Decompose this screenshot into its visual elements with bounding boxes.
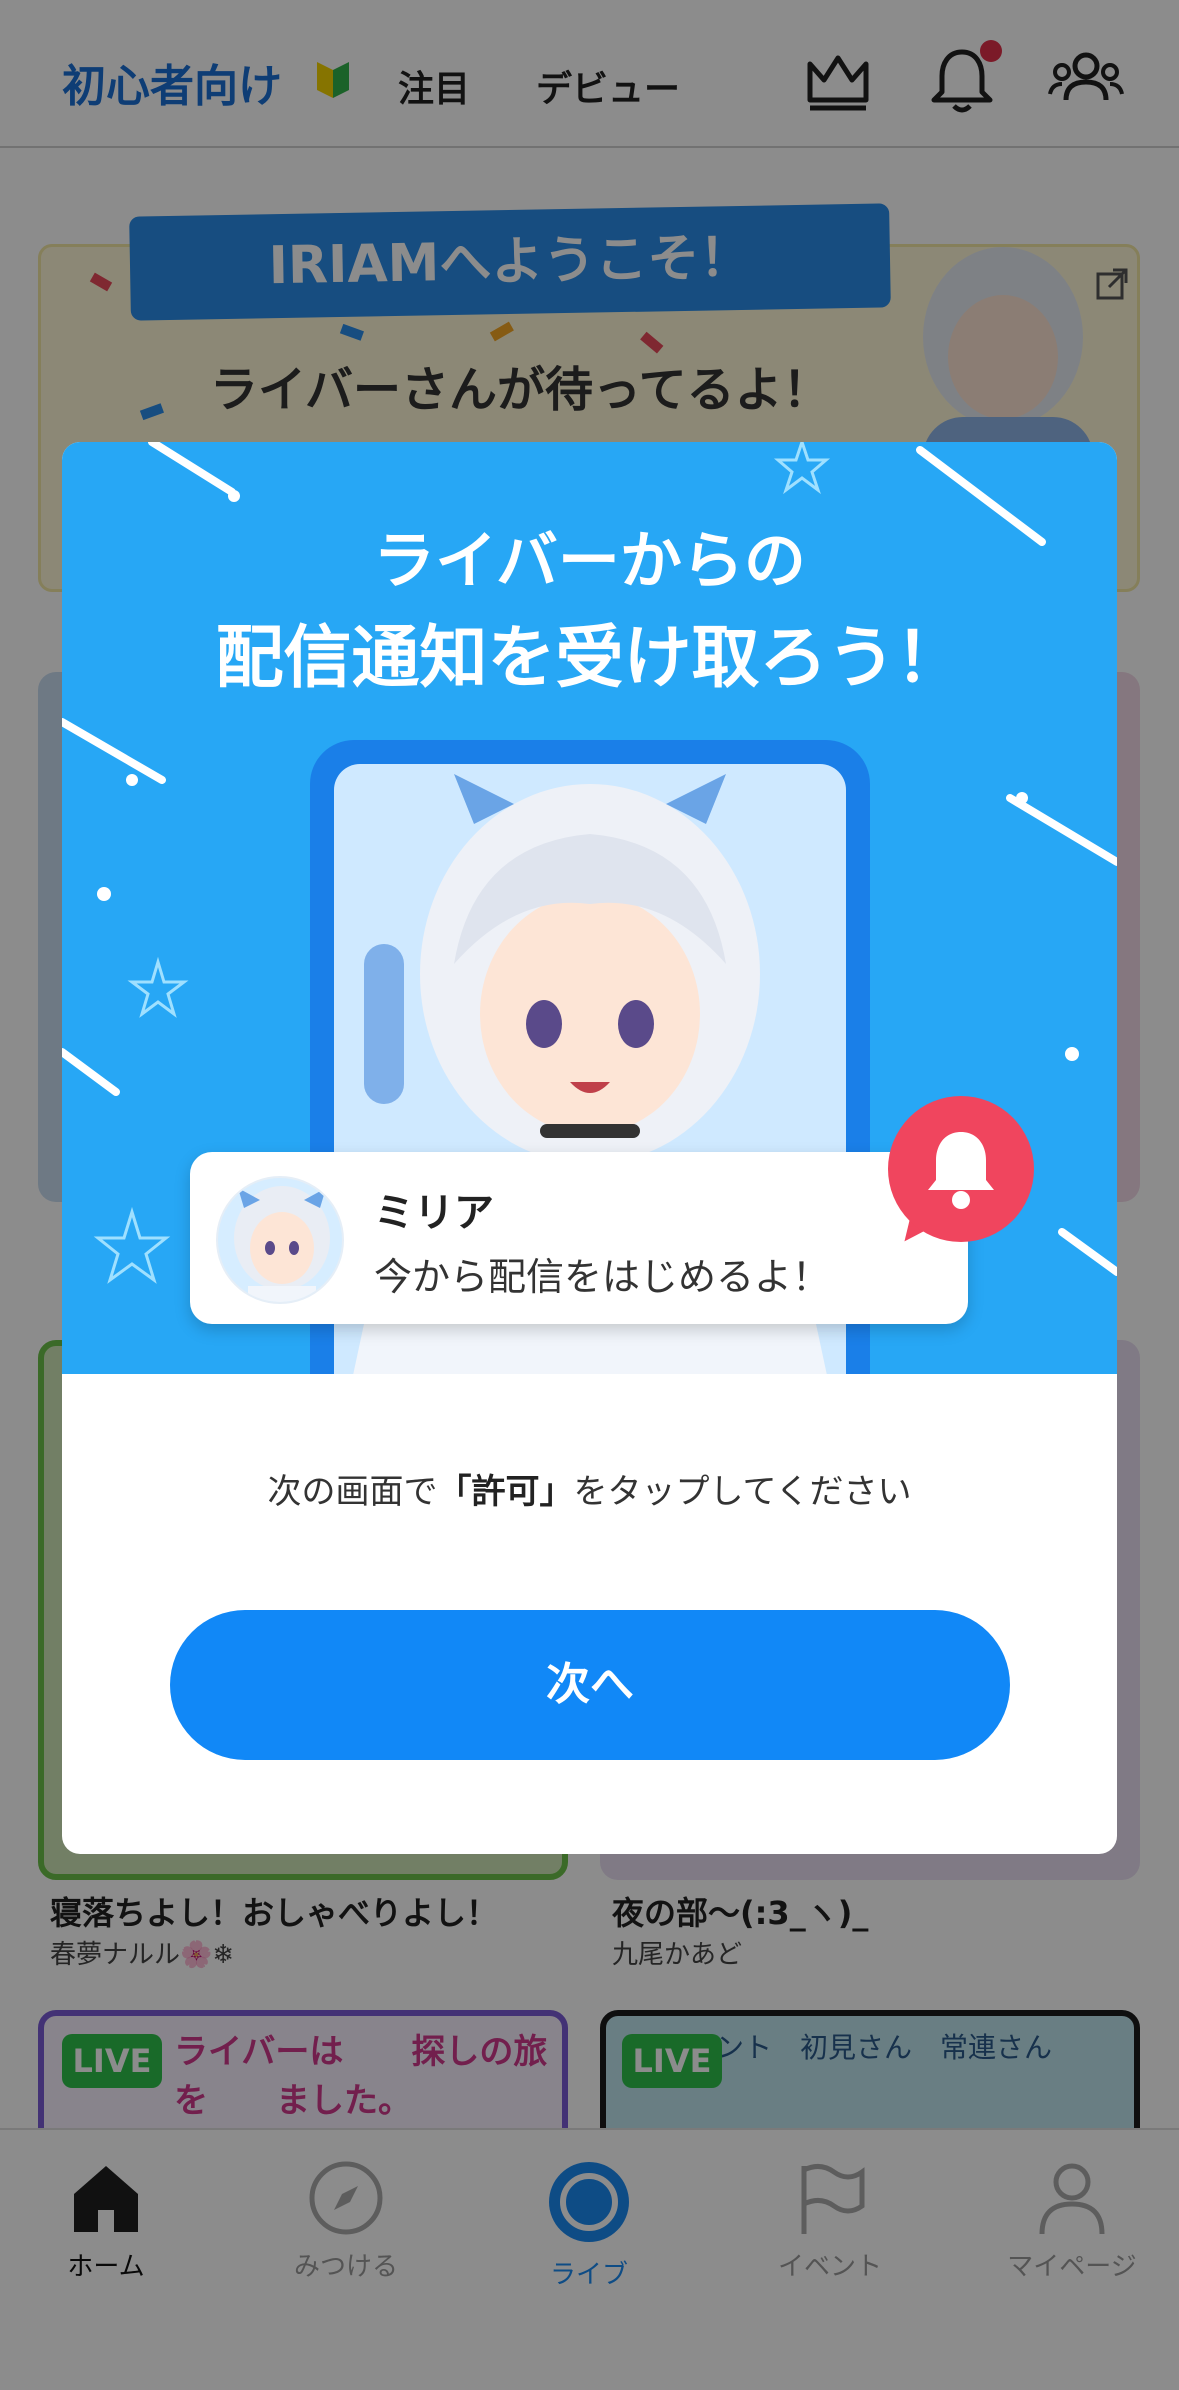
notification-message: 今から配信をはじめるよ！: [374, 1255, 831, 1299]
instruction-highlight: 「許可」: [437, 1472, 574, 1512]
sample-notification-card: ミリア 今から配信をはじめるよ！: [190, 1152, 968, 1324]
instruction-after: をタップしてください: [573, 1472, 912, 1512]
notification-permission-modal: ライバーからの 配信通知を受け取ろう！ ミリア 今から配信をはじめるよ！ 次の画…: [62, 442, 1117, 1854]
bell-icon: [928, 1132, 994, 1209]
modal-hero: ライバーからの 配信通知を受け取ろう！ ミリア 今から配信をはじめるよ！: [62, 442, 1117, 1374]
instruction-text: 次の画面で「許可」をタップしてください: [62, 1464, 1117, 1513]
notification-name: ミリア: [374, 1190, 494, 1236]
avatar: [216, 1176, 344, 1304]
modal-title-line2: 配信通知を受け取ろう！: [215, 619, 964, 698]
modal-title-line1: ライバーからの: [373, 524, 806, 597]
instruction-before: 次の画面で: [267, 1472, 438, 1512]
next-button[interactable]: 次へ: [170, 1610, 1010, 1760]
bell-badge: [888, 1096, 1034, 1242]
